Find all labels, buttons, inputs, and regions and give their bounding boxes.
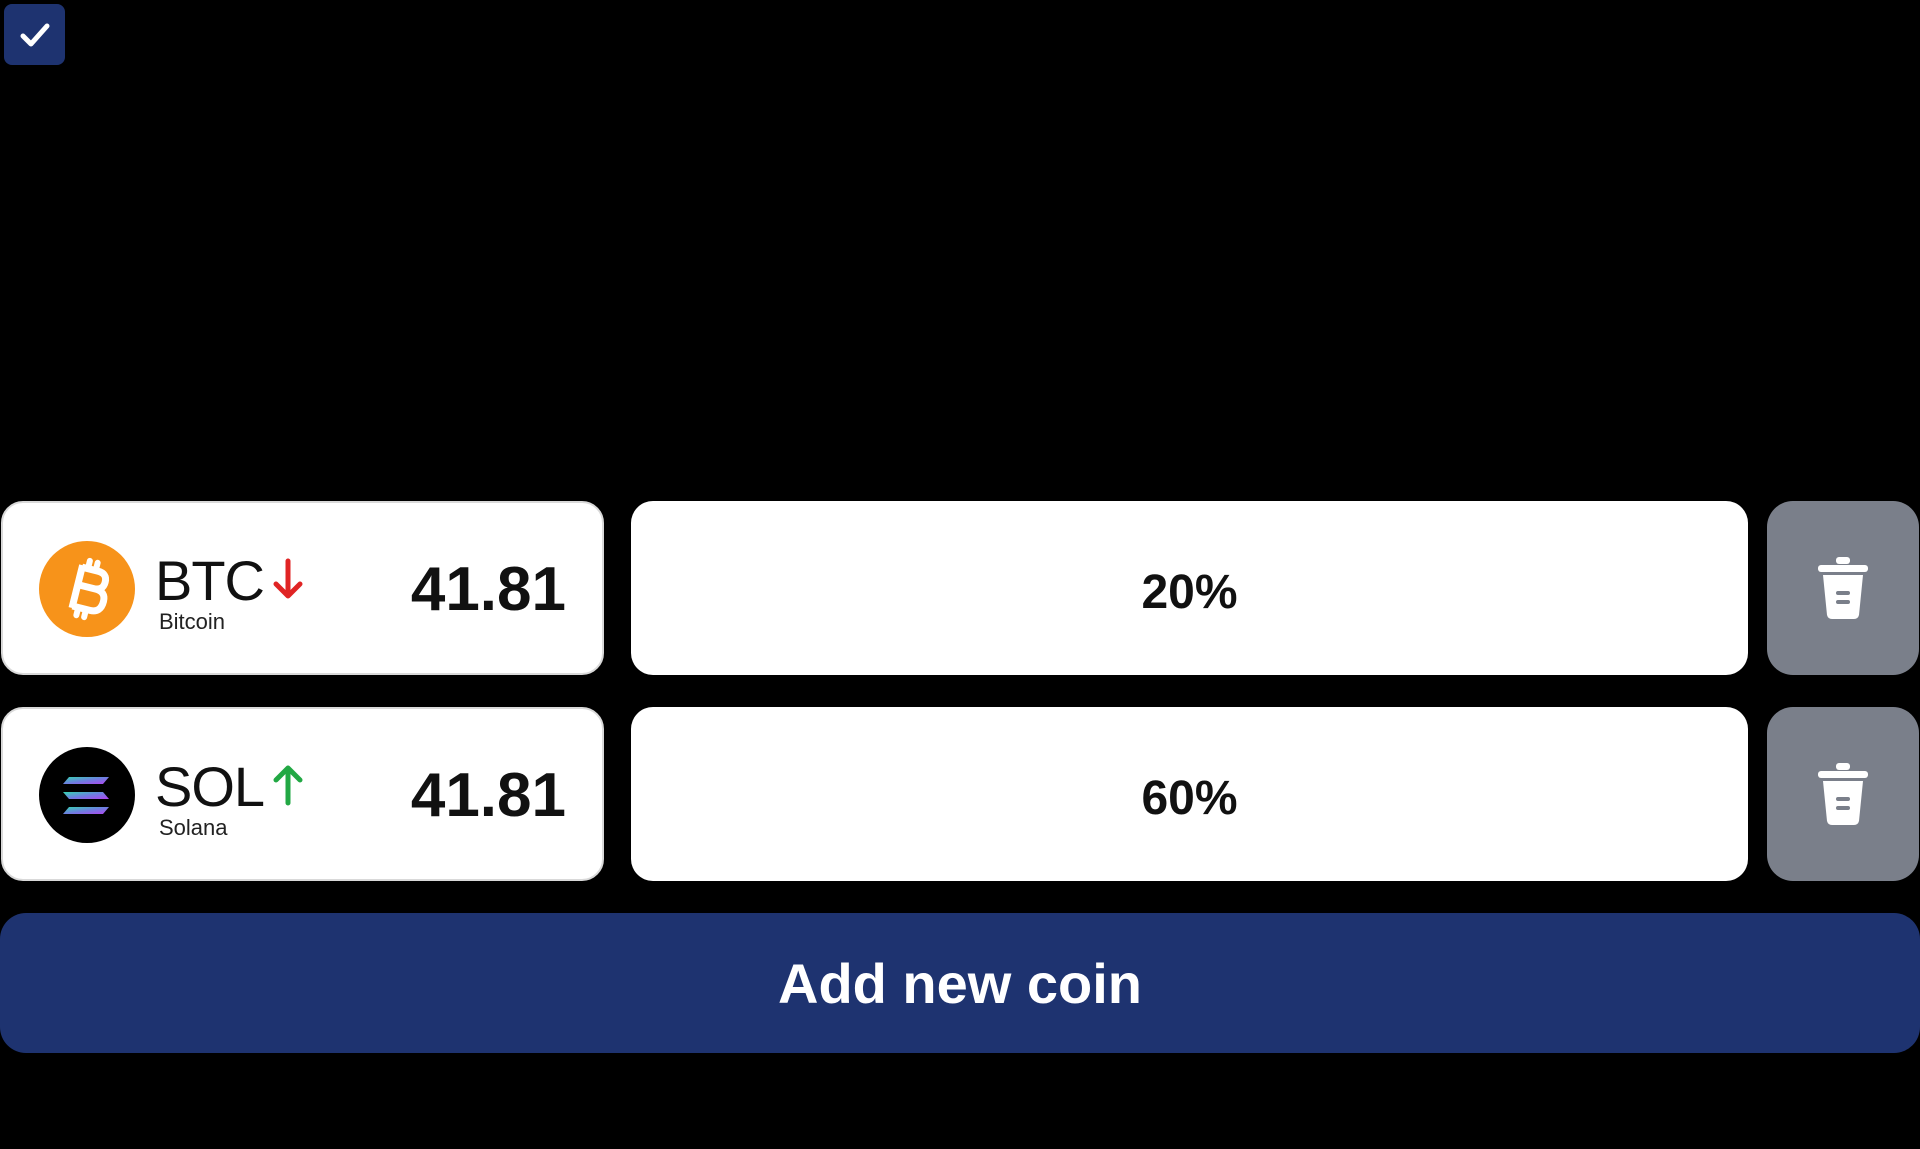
select-all-checkbox[interactable] (4, 4, 65, 65)
bitcoin-logo-icon (39, 541, 135, 637)
arrow-down-icon (273, 558, 303, 599)
checkmark-icon (20, 23, 49, 46)
add-new-coin-label: Add new coin (778, 951, 1142, 1015)
coin-row-sol: SOL Solana 41.81 60% (0, 707, 1920, 881)
allocation-value: 60% (1141, 771, 1238, 825)
coin-allocation-screen: BTC Bitcoin 41.81 20% SOL Solana 41.81 6… (0, 0, 1920, 1149)
coin-card[interactable]: BTC Bitcoin 41.81 (1, 501, 604, 675)
arrow-up-icon (273, 765, 303, 806)
delete-coin-button[interactable] (1767, 707, 1919, 881)
coin-price: 41.81 (410, 555, 566, 624)
allocation-value: 20% (1141, 565, 1238, 619)
allocation-field[interactable]: 60% (631, 707, 1748, 881)
coin-row-btc: BTC Bitcoin 41.81 20% (0, 501, 1920, 675)
coin-price: 41.81 (410, 761, 566, 830)
solana-logo-icon (39, 747, 135, 843)
coin-name: Solana (159, 815, 228, 840)
delete-coin-button[interactable] (1767, 501, 1919, 675)
trash-icon (1818, 763, 1868, 825)
coin-symbol: BTC (155, 549, 265, 612)
coin-card[interactable]: SOL Solana 41.81 (1, 707, 604, 881)
coin-symbol: SOL (155, 755, 265, 818)
trash-icon (1818, 557, 1868, 619)
allocation-field[interactable]: 20% (631, 501, 1748, 675)
add-new-coin-button[interactable]: Add new coin (0, 913, 1920, 1053)
coin-name: Bitcoin (159, 609, 226, 634)
